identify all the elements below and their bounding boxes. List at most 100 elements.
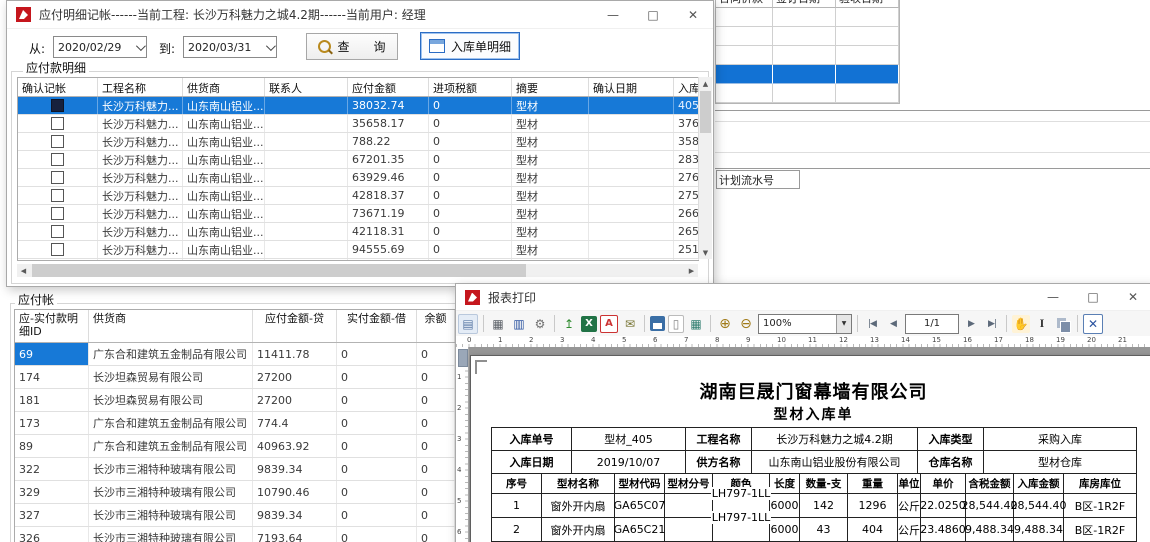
cell-summary[interactable]: 型材 xyxy=(512,259,589,261)
cell-contact[interactable] xyxy=(265,115,348,132)
cell-supplier[interactable]: 山东南山铝业... xyxy=(183,205,265,222)
cell-confirm-check[interactable] xyxy=(18,205,98,222)
export-icon[interactable]: ↥ xyxy=(560,315,578,333)
table-row[interactable]: 322长沙市三湘特种玻璃有限公司9839.3400 xyxy=(15,458,455,481)
cell-debit[interactable]: 0 xyxy=(337,458,417,480)
cell-credit[interactable]: 9839.34 xyxy=(253,504,337,526)
cell-balance[interactable]: 0 xyxy=(417,435,455,457)
mail-icon[interactable]: ✉ xyxy=(621,315,639,333)
column-header[interactable]: 工程名称 xyxy=(98,78,183,96)
copy-icon[interactable] xyxy=(1054,315,1072,333)
minimize-button[interactable]: — xyxy=(593,1,633,28)
receipt-detail-button[interactable]: 入库单明细 xyxy=(420,32,520,60)
column-header[interactable]: 进项税额 xyxy=(429,78,512,96)
column-header[interactable]: 确认记帐 xyxy=(18,78,98,96)
cell-project[interactable]: 长沙万科魅力... xyxy=(98,187,183,204)
cell-tax[interactable]: 0 xyxy=(429,151,512,168)
cell-project[interactable]: 长沙万科魅力... xyxy=(98,97,183,114)
cell-amount[interactable]: 63929.46 xyxy=(348,169,429,186)
cell-supplier[interactable]: 山东南山铝业... xyxy=(183,259,265,261)
cell-receipt[interactable]: 252 xyxy=(674,259,699,261)
cell-confirm-check[interactable] xyxy=(18,187,98,204)
table-row[interactable]: 329长沙市三湘特种玻璃有限公司10790.4600 xyxy=(15,481,455,504)
cell-summary[interactable]: 型材 xyxy=(512,223,589,240)
table-row[interactable]: 长沙万科魅力...山东南山铝业...35658.170型材376 xyxy=(18,115,699,133)
cell-supplier[interactable]: 山东南山铝业... xyxy=(183,169,265,186)
cell-tax[interactable]: 0 xyxy=(429,259,512,261)
cell-receipt[interactable]: 405 xyxy=(674,97,699,114)
table-row[interactable]: 326长沙市三湘特种玻璃有限公司7193.6400 xyxy=(15,527,455,542)
cell-id[interactable]: 173 xyxy=(15,412,89,434)
cell-debit[interactable]: 0 xyxy=(337,481,417,503)
flow-no-field[interactable]: 计划流水号 xyxy=(716,170,800,189)
cell-confirm-date[interactable] xyxy=(589,259,674,261)
column-header[interactable]: 确认日期 xyxy=(589,78,674,96)
cell-supplier[interactable]: 长沙市三湘特种玻璃有限公司 xyxy=(89,458,253,480)
select-text-icon[interactable]: I xyxy=(1033,315,1051,333)
cell-amount[interactable]: 94555.69 xyxy=(348,241,429,258)
cell-confirm-date[interactable] xyxy=(589,223,674,240)
cell-confirm-check[interactable] xyxy=(18,169,98,186)
table-row[interactable]: 长沙万科魅力...山东南山铝业...42818.370型材275 xyxy=(18,187,699,205)
next-icon[interactable]: ▶ xyxy=(962,315,980,333)
cell-balance[interactable]: 0 xyxy=(417,412,455,434)
cell-supplier[interactable]: 山东南山铝业... xyxy=(183,133,265,150)
cell-confirm-date[interactable] xyxy=(589,133,674,150)
table-row[interactable] xyxy=(716,27,899,46)
cell-confirm-check[interactable] xyxy=(18,115,98,132)
cell-balance[interactable]: 0 xyxy=(417,389,455,411)
cell-debit[interactable]: 0 xyxy=(337,366,417,388)
cell-id[interactable]: 329 xyxy=(15,481,89,503)
column-header[interactable]: 摘要 xyxy=(512,78,589,96)
cell-confirm-check[interactable] xyxy=(18,241,98,258)
zoom-level-combo[interactable]: 100%▼ xyxy=(758,314,852,334)
column-header[interactable]: 应付金额-贷 xyxy=(253,310,337,342)
cell-balance[interactable]: 0 xyxy=(417,366,455,388)
cell-debit[interactable]: 0 xyxy=(337,389,417,411)
cell-receipt[interactable]: 251 xyxy=(674,241,699,258)
excel-icon[interactable]: X xyxy=(581,316,597,332)
cell-project[interactable]: 长沙万科魅力... xyxy=(98,259,183,261)
cell-tax[interactable]: 0 xyxy=(429,187,512,204)
grid-icon[interactable]: ▦ xyxy=(687,315,705,333)
chevron-down-icon[interactable] xyxy=(132,37,146,57)
cell-project[interactable]: 长沙万科魅力... xyxy=(98,241,183,258)
cell-debit[interactable]: 0 xyxy=(337,343,417,365)
table-row[interactable]: 181长沙坦森贸易有限公司2720000 xyxy=(15,389,455,412)
cell-confirm-check[interactable] xyxy=(18,151,98,168)
minimize-button[interactable]: — xyxy=(1033,284,1073,310)
cell-project[interactable]: 长沙万科魅力... xyxy=(98,169,183,186)
last-icon[interactable]: ▶| xyxy=(983,315,1001,333)
payable-account-table[interactable]: 应-实付款明细ID供货商应付金额-贷实付金额-借余额 69广东合和建筑五金制品有… xyxy=(14,309,456,542)
cell-tax[interactable]: 0 xyxy=(429,115,512,132)
cell-id[interactable]: 327 xyxy=(15,504,89,526)
scroll-up-icon[interactable]: ▲ xyxy=(699,77,712,90)
cell-confirm-date[interactable] xyxy=(589,187,674,204)
cell-credit[interactable]: 10790.46 xyxy=(253,481,337,503)
cell-project[interactable]: 长沙万科魅力... xyxy=(98,223,183,240)
cell-debit[interactable]: 0 xyxy=(337,504,417,526)
cell-balance[interactable]: 0 xyxy=(417,343,455,365)
cell-receipt[interactable]: 275 xyxy=(674,187,699,204)
checkbox[interactable] xyxy=(51,117,64,130)
scroll-thumb[interactable] xyxy=(32,264,526,277)
cell-confirm-check[interactable] xyxy=(18,97,98,114)
cell-supplier[interactable]: 长沙市三湘特种玻璃有限公司 xyxy=(89,481,253,503)
scroll-down-icon[interactable]: ▼ xyxy=(699,246,712,259)
table-row[interactable]: 长沙万科魅力...山东南山铝业...67201.350型材283 xyxy=(18,151,699,169)
maximize-button[interactable]: □ xyxy=(1073,284,1113,310)
scroll-thumb[interactable] xyxy=(700,91,711,133)
cell-id[interactable]: 326 xyxy=(15,527,89,542)
checkbox[interactable] xyxy=(51,99,64,112)
table-row[interactable]: 长沙万科魅力...山东南山铝业...63929.460型材276 xyxy=(18,169,699,187)
cell-confirm-date[interactable] xyxy=(589,115,674,132)
cell-supplier[interactable]: 山东南山铝业... xyxy=(183,187,265,204)
cell-receipt[interactable]: 283 xyxy=(674,151,699,168)
zoom-out-icon[interactable]: ⊖ xyxy=(737,315,755,333)
cell-amount[interactable]: 73671.19 xyxy=(348,205,429,222)
cell-credit[interactable]: 27200 xyxy=(253,389,337,411)
checkbox[interactable] xyxy=(51,189,64,202)
cell-receipt[interactable]: 376 xyxy=(674,115,699,132)
cell-supplier[interactable]: 山东南山铝业... xyxy=(183,151,265,168)
cell-supplier[interactable]: 广东合和建筑五金制品有限公司 xyxy=(89,435,253,457)
